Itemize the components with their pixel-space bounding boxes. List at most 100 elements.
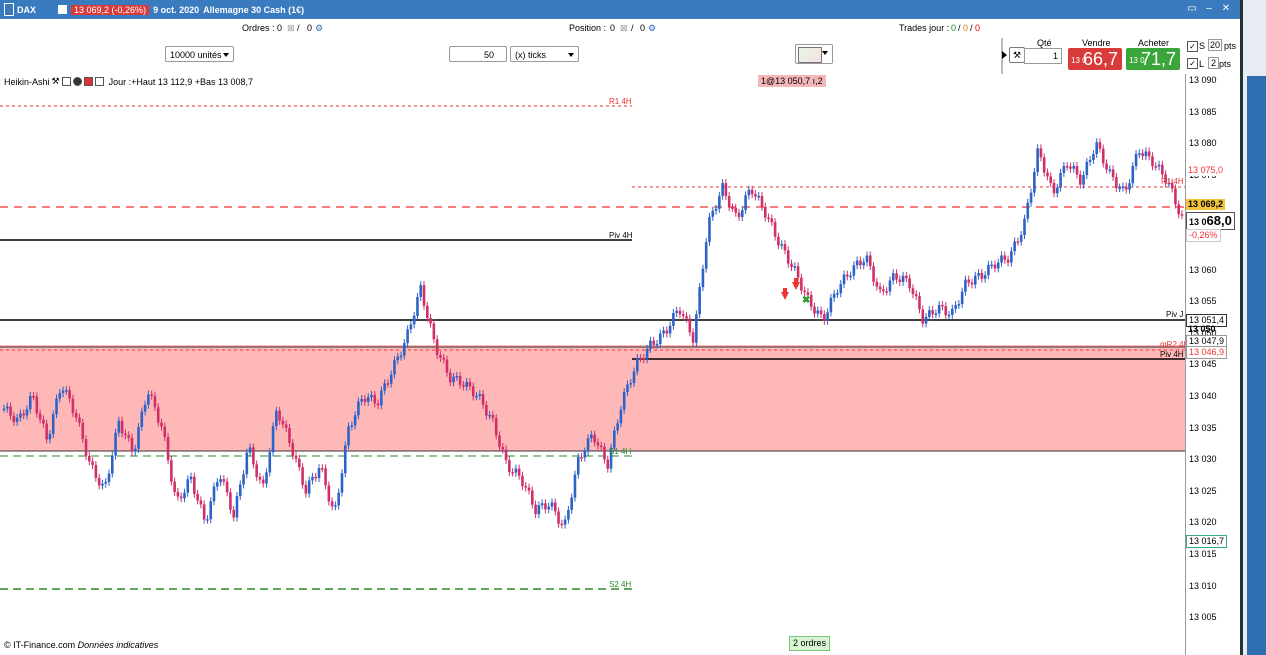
candle-body xyxy=(32,396,35,398)
candle-body xyxy=(1144,151,1148,157)
candle-body xyxy=(586,438,590,452)
orders-badge[interactable]: 2 ordres xyxy=(789,636,831,651)
candle-body xyxy=(416,296,419,316)
candle-body xyxy=(685,316,688,319)
candle-body xyxy=(498,435,501,447)
candle-body xyxy=(491,414,495,419)
candle-body xyxy=(403,343,406,356)
candle-body xyxy=(747,189,751,196)
candle-body xyxy=(737,212,741,217)
candle-body xyxy=(639,357,642,360)
candle-body xyxy=(314,476,318,479)
candle-body xyxy=(409,324,413,330)
candle-body xyxy=(363,398,367,402)
candle-body xyxy=(252,447,255,465)
candle-body xyxy=(665,330,669,334)
candle-body xyxy=(990,264,993,267)
candle-body xyxy=(760,195,764,207)
current-price-small: 13 0 xyxy=(1189,217,1207,227)
candle-body xyxy=(25,409,29,416)
window-small-icon[interactable] xyxy=(61,77,71,86)
candle-body xyxy=(425,305,429,318)
candle-body xyxy=(320,468,324,470)
candle-body xyxy=(232,509,235,518)
change-tag: -0,26% xyxy=(1186,229,1221,242)
candle-body xyxy=(672,312,675,326)
candle-body xyxy=(1062,166,1066,173)
chart-info-bar: Heikin-Ashi ⚒ Jour :+Haut 13 112,9 +Bas … xyxy=(4,76,253,87)
candle-body xyxy=(924,316,928,324)
candle-body xyxy=(166,437,170,461)
candle-body xyxy=(360,398,363,402)
add-small-icon[interactable] xyxy=(83,77,93,86)
candle-body xyxy=(934,313,938,315)
candle-body xyxy=(1147,151,1151,157)
candle-body xyxy=(826,312,829,321)
candle-body xyxy=(855,260,859,266)
candle-body xyxy=(570,497,573,510)
candle-body xyxy=(842,274,846,285)
candle-body xyxy=(110,455,114,474)
candle-body xyxy=(196,493,199,501)
candle-body xyxy=(642,358,646,360)
candle-body xyxy=(744,195,747,211)
wrench-small-icon[interactable]: ⚒ xyxy=(52,76,60,87)
candle-body xyxy=(1118,187,1121,190)
candle-body xyxy=(357,401,360,416)
candle-body xyxy=(645,348,649,360)
candle-body xyxy=(1082,175,1085,185)
close-small-icon[interactable] xyxy=(72,77,82,86)
candle-body xyxy=(800,277,803,291)
candle-body xyxy=(1088,159,1092,162)
candle-body xyxy=(238,484,242,497)
candle-body xyxy=(530,490,534,505)
candle-body xyxy=(48,433,52,440)
candle-body xyxy=(471,386,475,397)
sell-arrow-icon xyxy=(781,288,789,300)
candle-body xyxy=(399,355,403,358)
candle-body xyxy=(668,325,672,334)
candle-body xyxy=(937,304,941,314)
piv-4h-label: Piv 4H xyxy=(609,231,633,240)
candle-body xyxy=(120,420,124,434)
candle-body xyxy=(878,286,882,290)
candle-body xyxy=(993,264,997,269)
axis-tick-label: 13 040 xyxy=(1189,391,1217,401)
candle-body xyxy=(658,333,662,344)
candle-body xyxy=(1121,186,1125,189)
side-panel xyxy=(1240,0,1266,655)
candle-body xyxy=(1023,218,1026,236)
candle-body xyxy=(914,294,918,297)
candle-body xyxy=(71,398,75,414)
candle-body xyxy=(435,339,439,356)
candle-body xyxy=(681,314,685,317)
candle-body xyxy=(852,265,856,276)
candle-body xyxy=(964,279,967,292)
candle-body xyxy=(891,273,895,281)
candle-body xyxy=(485,404,488,416)
candle-body xyxy=(655,343,659,346)
candle-body xyxy=(265,472,268,484)
order-tag[interactable]: 1@13 050,7 ı,2 xyxy=(758,75,826,87)
candle-body xyxy=(793,266,797,268)
candle-body xyxy=(573,474,577,498)
up-small-icon[interactable] xyxy=(94,77,104,86)
candle-body xyxy=(819,310,823,315)
candle-body xyxy=(229,492,232,510)
candle-body xyxy=(242,474,245,485)
candle-body xyxy=(626,384,629,393)
candle-body xyxy=(1177,204,1181,215)
candle-body xyxy=(5,406,9,409)
candle-body xyxy=(1095,142,1098,155)
candle-body xyxy=(301,467,304,485)
candle-body xyxy=(1019,235,1023,242)
candle-body xyxy=(209,501,213,520)
candle-body xyxy=(553,502,557,512)
candle-body xyxy=(1072,166,1076,169)
candle-body xyxy=(432,323,436,340)
candle-body xyxy=(88,455,91,462)
candle-body xyxy=(156,407,160,423)
candle-body xyxy=(711,210,715,217)
price-chart[interactable]: R1 4H Piv 4H S1 4H S2 4H Piv J mR2 4H R1… xyxy=(0,0,1240,655)
candle-body xyxy=(947,314,951,317)
